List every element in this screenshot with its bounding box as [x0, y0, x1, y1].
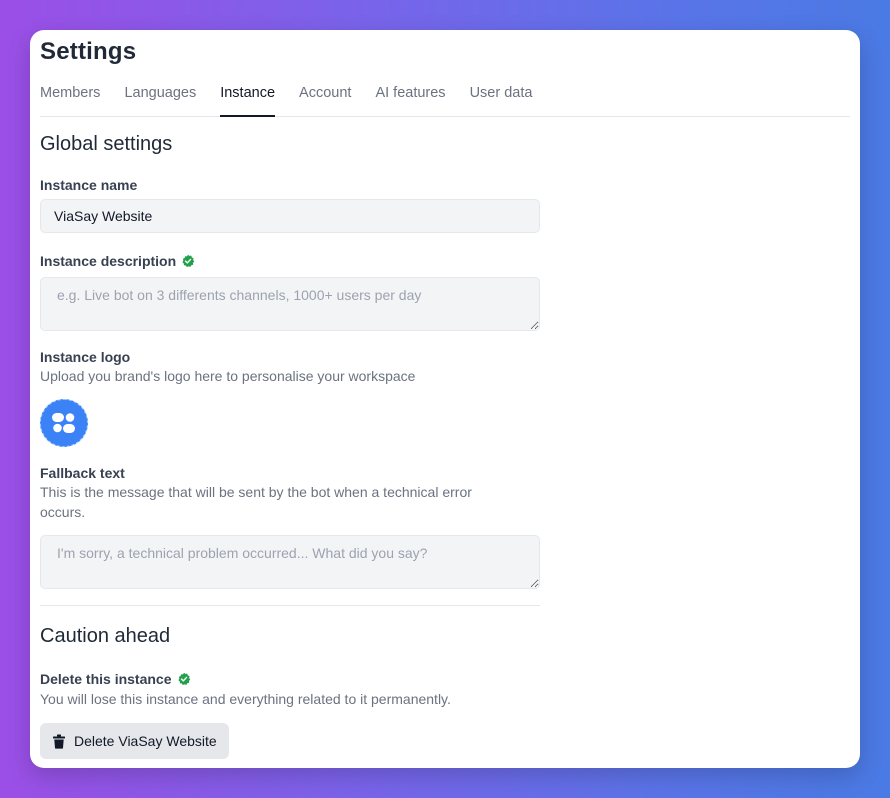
tab-instance[interactable]: Instance — [220, 84, 276, 117]
fallback-help: This is the message that will be sent by… — [40, 484, 472, 520]
caution-heading: Caution ahead — [40, 625, 171, 647]
delete-instance-group: Delete this instance You will lose this … — [40, 671, 540, 709]
section-divider — [40, 605, 540, 606]
delete-instance-help: You will lose this instance and everythi… — [40, 691, 451, 707]
tab-user-data[interactable]: User data — [470, 84, 533, 117]
instance-description-label-text: Instance description — [40, 253, 177, 269]
instance-logo-help: Upload you brand's logo here to personal… — [40, 368, 416, 384]
page-title: Settings — [40, 38, 137, 65]
instance-name-input[interactable] — [40, 199, 540, 233]
brand-logo-icon — [52, 413, 75, 433]
fallback-textarea[interactable] — [40, 535, 540, 589]
trash-icon — [53, 734, 65, 749]
tab-members[interactable]: Members — [40, 84, 100, 117]
delete-instance-label: Delete this instance — [40, 671, 540, 687]
caution-heading-wrap: Caution ahead — [40, 625, 540, 648]
global-settings-heading: Global settings — [40, 133, 173, 155]
instance-logo-label-text: Instance logo — [40, 349, 131, 365]
verified-check-icon — [182, 254, 195, 268]
instance-description-group: Instance description — [40, 253, 540, 269]
settings-tabs: Members Languages Instance Account AI fe… — [40, 84, 850, 117]
tab-ai-features[interactable]: AI features — [375, 84, 445, 117]
fallback-group: Fallback text This is the message that w… — [40, 465, 540, 522]
tab-account[interactable]: Account — [299, 84, 351, 117]
delete-instance-button-label: Delete ViaSay Website — [74, 733, 217, 749]
instance-description-label: Instance description — [40, 253, 540, 269]
instance-description-textarea[interactable] — [40, 277, 540, 331]
instance-name-group: Instance name — [40, 177, 540, 193]
instance-logo-upload[interactable] — [40, 399, 88, 447]
tab-languages[interactable]: Languages — [124, 84, 196, 117]
delete-instance-button[interactable]: Delete ViaSay Website — [40, 723, 229, 759]
verified-check-icon — [177, 672, 190, 686]
instance-name-label-text: Instance name — [40, 177, 138, 193]
fallback-label-text: Fallback text — [40, 465, 125, 481]
fallback-label: Fallback text — [40, 465, 540, 481]
instance-name-label: Instance name — [40, 177, 540, 193]
global-settings-heading-wrap: Global settings — [40, 133, 540, 156]
instance-logo-label: Instance logo — [40, 349, 540, 365]
settings-card: Settings Members Languages Instance Acco… — [30, 30, 860, 768]
instance-logo-group: Instance logo Upload you brand's logo he… — [40, 349, 540, 386]
delete-instance-label-text: Delete this instance — [40, 671, 172, 687]
